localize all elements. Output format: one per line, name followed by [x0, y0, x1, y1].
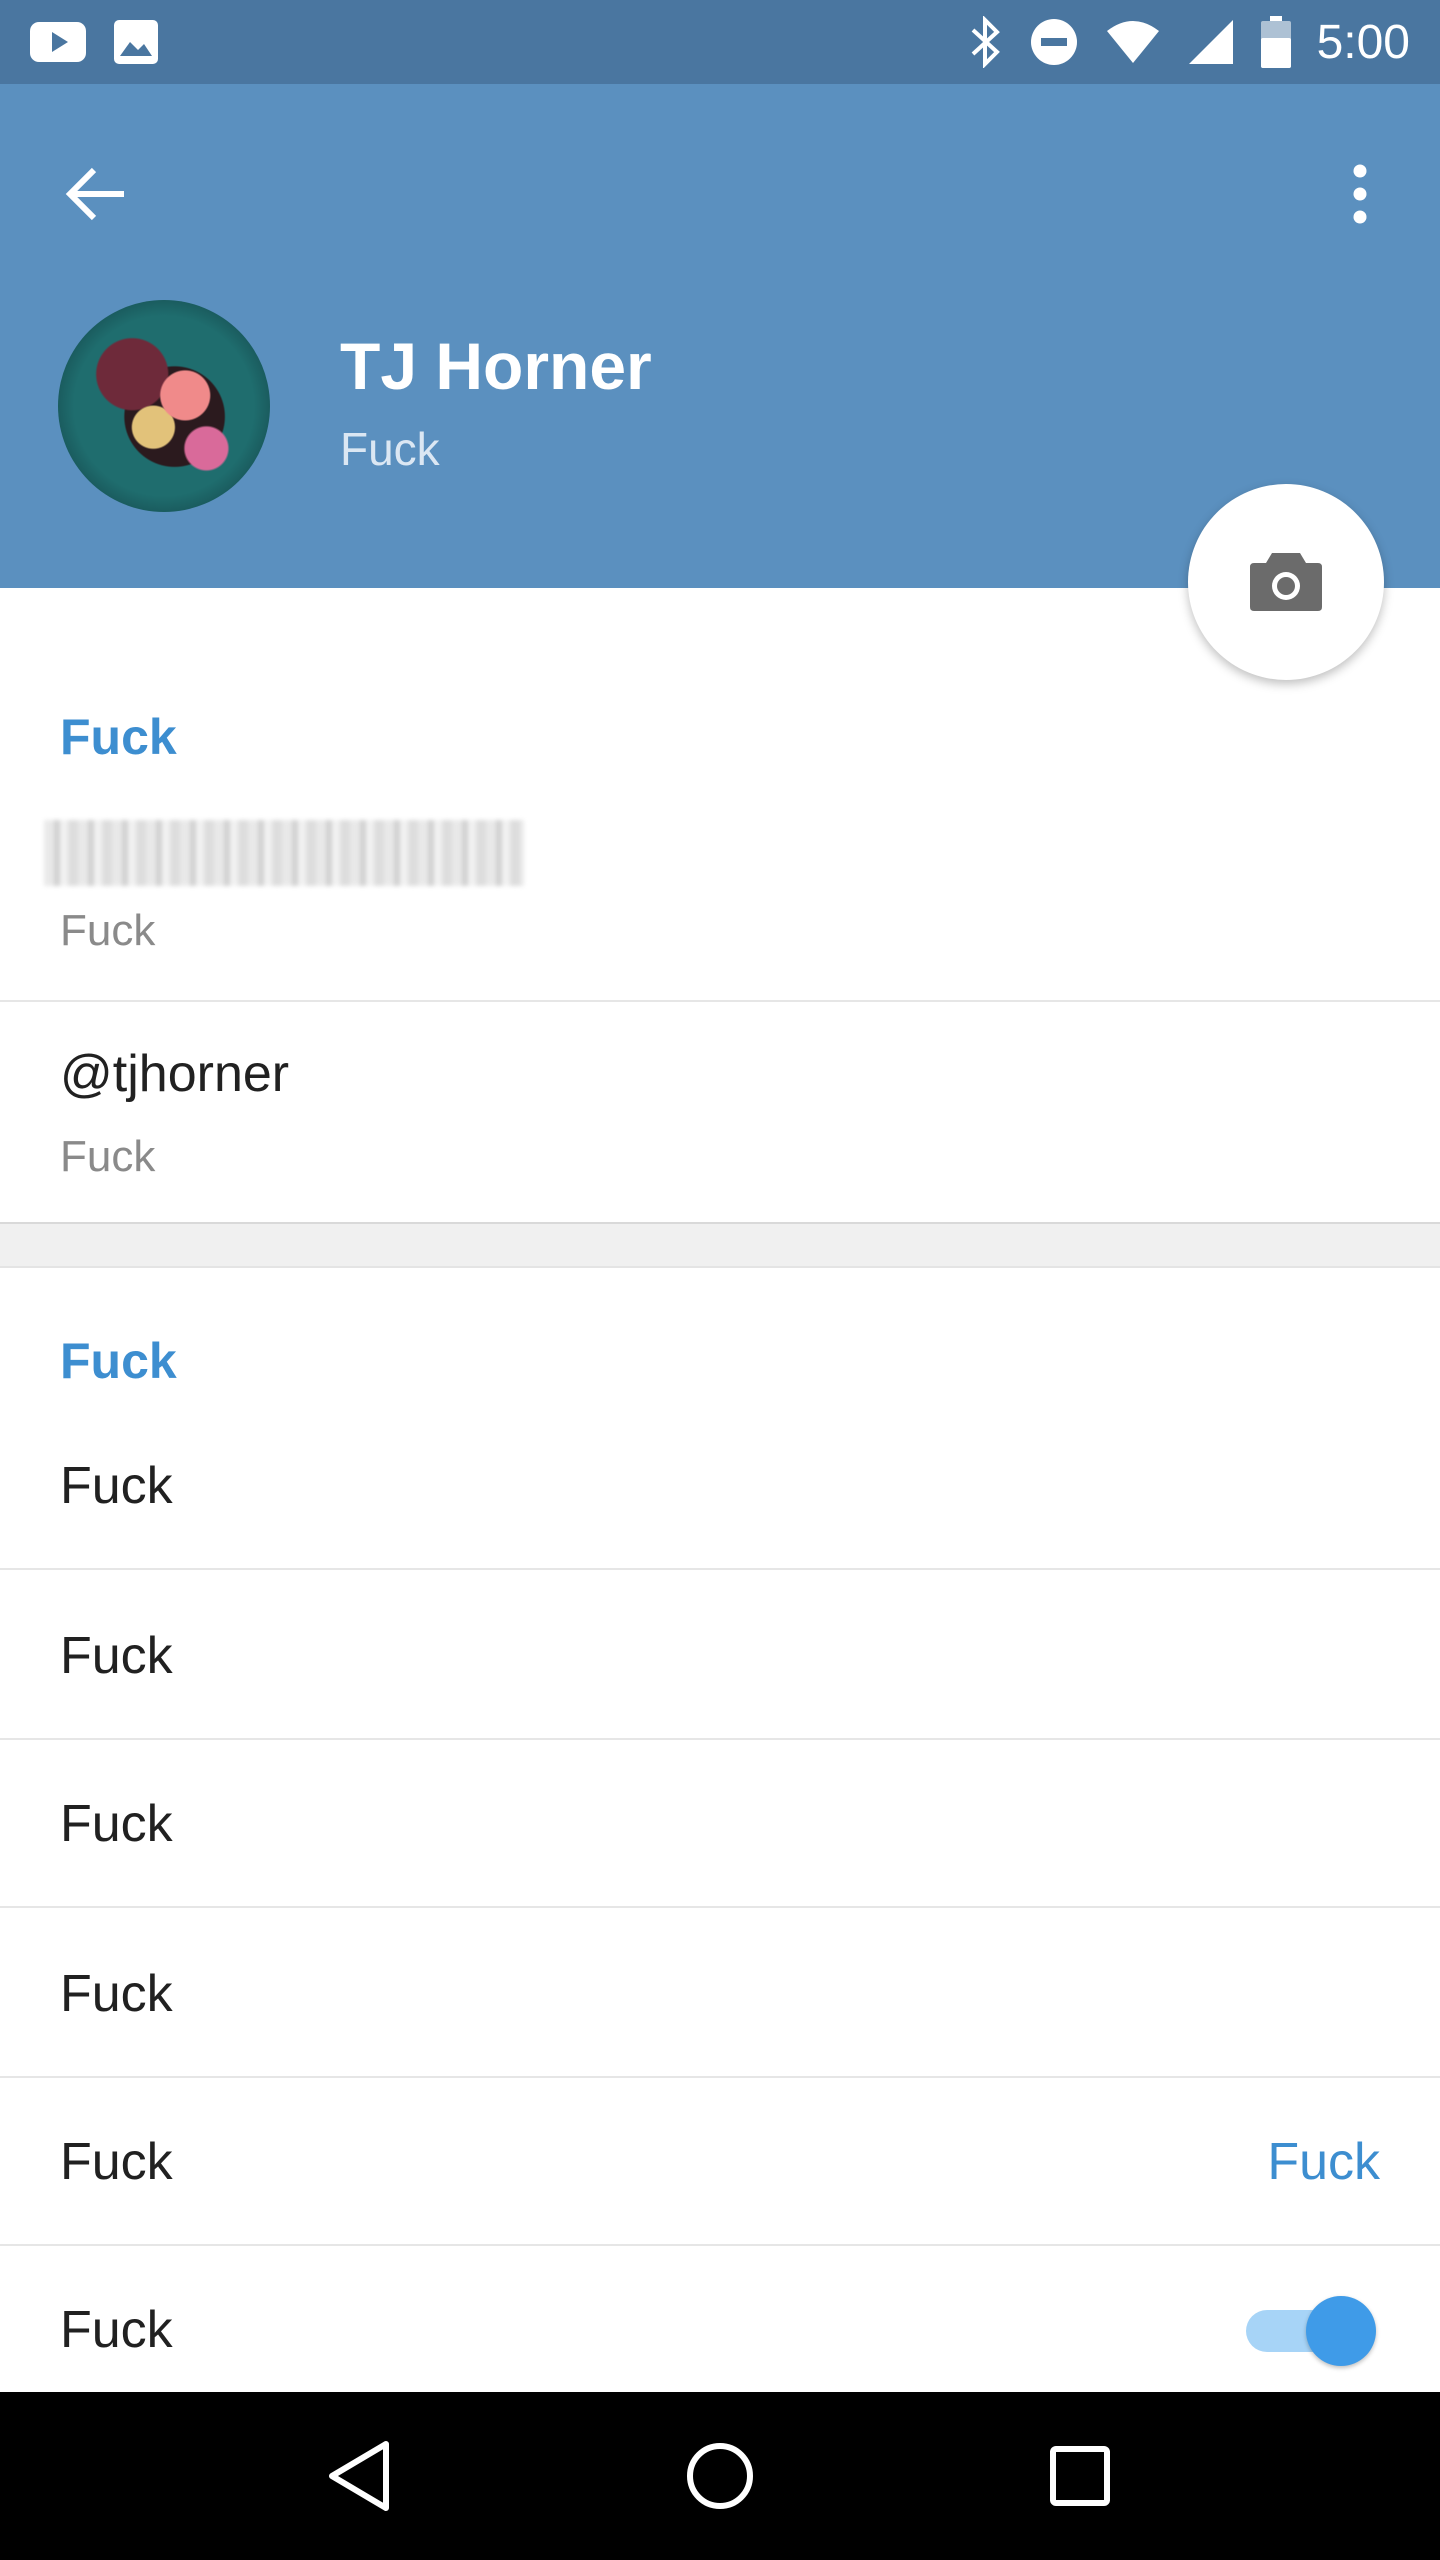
- back-nav-icon: [329, 2441, 389, 2511]
- toggle-knob: [1306, 2296, 1376, 2366]
- wifi-icon: [1105, 19, 1161, 65]
- divider: [0, 1738, 1440, 1740]
- settings-row-6-toggle[interactable]: [1244, 2296, 1378, 2366]
- arrow-left-icon: [65, 167, 124, 221]
- recents-nav-icon: [1050, 2446, 1110, 2506]
- phone-number-blurred[interactable]: [44, 820, 524, 886]
- bluetooth-icon: [969, 16, 1003, 68]
- signal-icon: [1187, 18, 1235, 66]
- navigation-bar: [0, 2392, 1440, 2560]
- more-options-button[interactable]: [1320, 144, 1400, 244]
- divider: [0, 1000, 1440, 1002]
- home-nav-button[interactable]: [660, 2416, 780, 2536]
- home-nav-icon: [687, 2443, 753, 2509]
- divider: [0, 1568, 1440, 1570]
- camera-button[interactable]: [1188, 484, 1384, 680]
- settings-row-4[interactable]: Fuck: [60, 1964, 173, 2024]
- divider: [0, 2244, 1440, 2246]
- username-label: Fuck: [60, 1132, 156, 1181]
- camera-icon: [1250, 553, 1322, 611]
- status-right: 5:00: [969, 15, 1410, 70]
- settings-row-2[interactable]: Fuck: [60, 1626, 173, 1686]
- profile-name: TJ Horner: [340, 329, 652, 403]
- settings-row-3[interactable]: Fuck: [60, 1794, 173, 1854]
- status-bar: 5:00: [0, 0, 1440, 84]
- avatar[interactable]: [58, 300, 270, 512]
- info-section-title: Fuck: [60, 709, 177, 765]
- more-vert-icon: [1353, 164, 1367, 224]
- settings-row-1[interactable]: Fuck: [60, 1456, 173, 1516]
- divider: [0, 1906, 1440, 1908]
- settings-row-6[interactable]: Fuck: [60, 2300, 173, 2360]
- profile-status: Fuck: [340, 423, 440, 475]
- settings-row-5[interactable]: Fuck: [60, 2132, 173, 2192]
- do-not-disturb-icon: [1029, 17, 1079, 67]
- image-icon: [112, 18, 160, 66]
- back-button[interactable]: [46, 144, 146, 244]
- section-separator: [0, 1222, 1440, 1268]
- divider: [0, 2076, 1440, 2078]
- settings-row-5-value[interactable]: Fuck: [1267, 2132, 1380, 2192]
- username[interactable]: @tjhorner: [60, 1044, 289, 1104]
- recents-nav-button[interactable]: [1020, 2416, 1140, 2536]
- settings-section-title: Fuck: [60, 1333, 177, 1389]
- phone-label: Fuck: [60, 906, 156, 955]
- youtube-icon: [30, 22, 86, 62]
- status-left: [30, 18, 160, 66]
- battery-icon: [1260, 16, 1291, 68]
- back-nav-button[interactable]: [300, 2416, 420, 2536]
- status-time: 5:00: [1316, 15, 1410, 69]
